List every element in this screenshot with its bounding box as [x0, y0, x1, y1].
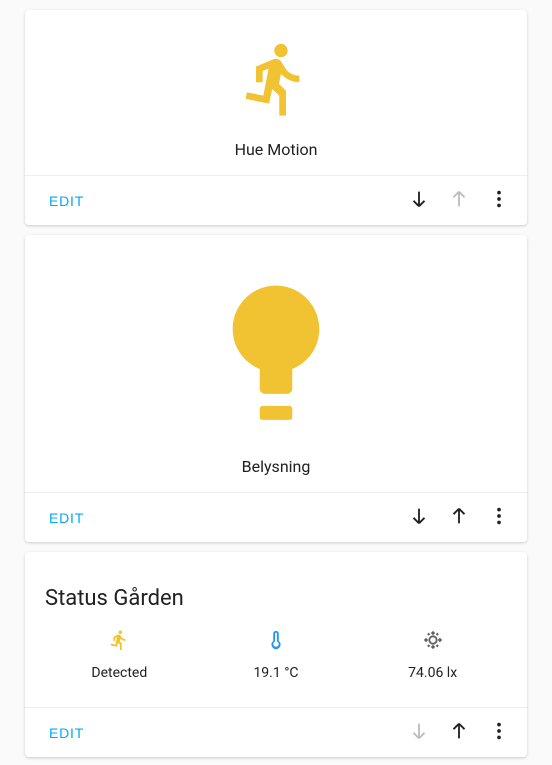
status-item-motion: Detected — [41, 629, 198, 681]
move-down-button — [399, 713, 439, 753]
status-item-temperature: 19.1 °C — [198, 629, 355, 681]
brightness-icon — [422, 629, 444, 655]
action-bar: EDIT — [25, 175, 527, 225]
move-down-button[interactable] — [399, 498, 439, 538]
arrow-up-icon — [448, 188, 470, 213]
move-up-button — [439, 181, 479, 221]
status-row: Detected 19.1 °C 74.06 lx — [41, 611, 511, 691]
card-label: Belysning — [242, 457, 311, 476]
more-vert-icon — [488, 188, 510, 213]
more-options-button[interactable] — [479, 181, 519, 221]
arrow-down-icon — [408, 720, 430, 745]
edit-button[interactable]: EDIT — [49, 185, 84, 217]
running-person-icon — [108, 629, 130, 655]
move-up-button[interactable] — [439, 498, 479, 538]
status-value: 74.06 lx — [408, 665, 457, 681]
thermometer-icon — [265, 629, 287, 655]
arrow-up-icon — [448, 505, 470, 530]
more-options-button[interactable] — [479, 498, 519, 538]
card-hue-motion: Hue Motion EDIT — [25, 10, 527, 225]
edit-button[interactable]: EDIT — [49, 502, 84, 534]
card-body: Hue Motion — [25, 10, 527, 175]
move-down-button[interactable] — [399, 181, 439, 221]
arrow-down-icon — [408, 505, 430, 530]
move-up-button[interactable] — [439, 713, 479, 753]
status-value: 19.1 °C — [253, 665, 298, 681]
card-belysning: Belysning EDIT — [25, 235, 527, 542]
action-bar: EDIT — [25, 492, 527, 542]
lightbulb-icon — [211, 271, 341, 445]
edit-button[interactable]: EDIT — [49, 717, 84, 749]
arrow-down-icon — [408, 188, 430, 213]
more-vert-icon — [488, 505, 510, 530]
card-label: Hue Motion — [235, 140, 318, 159]
card-status-garden: Status Gården Detected 19.1 °C 74.06 lx — [25, 552, 527, 757]
more-options-button[interactable] — [479, 713, 519, 753]
more-vert-icon — [488, 720, 510, 745]
card-title: Status Gården — [41, 568, 511, 611]
status-item-brightness: 74.06 lx — [354, 629, 511, 681]
card-body: Belysning — [25, 235, 527, 492]
action-bar: EDIT — [25, 707, 527, 757]
running-person-icon — [236, 34, 316, 128]
card-body: Status Gården Detected 19.1 °C 74.06 lx — [25, 552, 527, 707]
arrow-up-icon — [448, 720, 470, 745]
status-value: Detected — [91, 665, 147, 681]
